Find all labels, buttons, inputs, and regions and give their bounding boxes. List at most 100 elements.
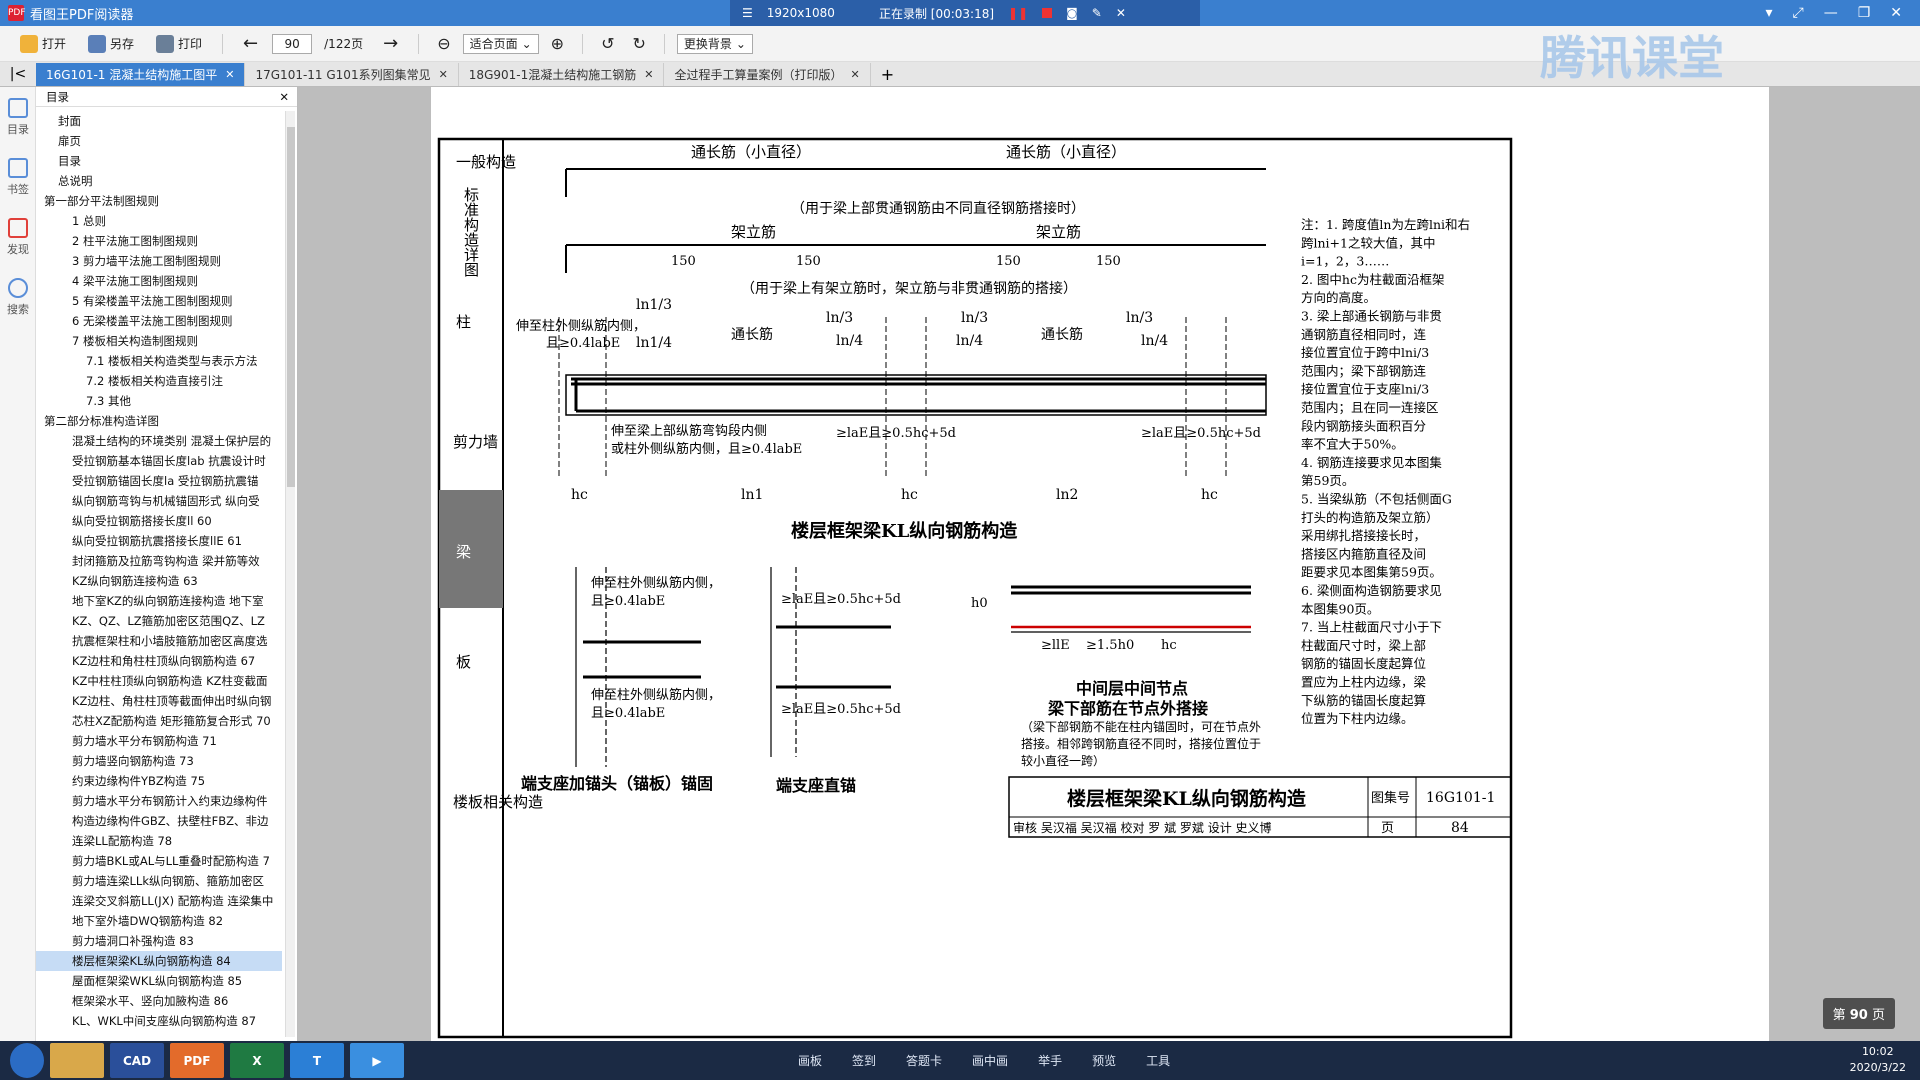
open-button[interactable]: 打开 [12,32,74,56]
toc-item[interactable]: 5 有梁楼盖平法施工图制图规则 [36,291,282,311]
toc-item[interactable]: 4 梁平法施工图制图规则 [36,271,282,291]
toc-item[interactable]: 封面 [36,111,282,131]
close-icon[interactable]: ✕ [279,90,289,104]
toc-item[interactable]: 2 柱平法施工图制图规则 [36,231,282,251]
toc-item[interactable]: 目录 [36,151,282,171]
toc-item[interactable]: 6 无梁楼盖平法施工图制图规则 [36,311,282,331]
toc-item[interactable]: KL、WKL中间支座纵向钢筋构造 87 [36,1011,282,1031]
rail-search[interactable]: 搜索 [0,267,36,327]
dock-item[interactable]: 工具 [1146,1052,1170,1069]
toc-item[interactable]: 抗震框架柱和小墙肢箍筋加密区高度选 [36,631,282,651]
toc-item[interactable]: 受拉钢筋锚固长度la 受拉钢筋抗震锚 [36,471,282,491]
minimize-icon[interactable]: — [1824,5,1838,21]
toc-item[interactable]: KZ纵向钢筋连接构造 63 [36,571,282,591]
dock-item[interactable]: 答题卡 [906,1052,942,1069]
start-icon[interactable] [10,1043,44,1078]
toc-item[interactable]: 剪力墙水平分布钢筋构造 71 [36,731,282,751]
close-icon[interactable]: ✕ [1116,6,1126,20]
pause-icon[interactable]: ❚❚ [1008,6,1028,20]
toc-item[interactable]: 楼层框架梁KL纵向钢筋构造 84 [36,951,282,971]
tencent-class-icon[interactable]: ▶ [350,1043,404,1078]
zoom-out-icon[interactable]: ⊖ [431,34,456,53]
tab-doc-4[interactable]: 全过程手工算量案例（打印版） ✕ [664,63,871,86]
toc-item[interactable]: 剪力墙竖向钢筋构造 73 [36,751,282,771]
camera-icon[interactable]: ◙ [1066,6,1078,20]
close-icon[interactable]: ✕ [439,68,448,81]
rail-bookmark[interactable]: 书签 [0,147,36,207]
dropdown-icon[interactable]: ▾ [1765,5,1772,21]
toc-item[interactable]: 7.1 楼板相关构造类型与表示方法 [36,351,282,371]
prev-page-icon[interactable]: ← [235,33,266,54]
page-number-input[interactable]: 90 [272,33,313,54]
toc-item[interactable]: 纵向受拉钢筋搭接长度ll 60 [36,511,282,531]
scroll-thumb[interactable] [287,127,295,487]
toc-item[interactable]: 剪力墙BKL或AL与LL重叠时配筋构造 7 [36,851,282,871]
toc-item[interactable]: 连梁LL配筋构造 78 [36,831,282,851]
toc-item[interactable]: 地下室外墙DWQ钢筋构造 82 [36,911,282,931]
toc-item[interactable]: 剪力墙水平分布钢筋计入约束边缘构件 [36,791,282,811]
close-icon[interactable]: ✕ [850,68,859,81]
fullscreen-icon[interactable]: ⤢ [1793,5,1804,21]
rotate-right-icon[interactable]: ↻ [626,34,651,53]
dock-item[interactable]: 画板 [798,1052,822,1069]
toc-item[interactable]: 剪力墙洞口补强构造 83 [36,931,282,951]
toc-item[interactable]: KZ边柱和角柱柱顶纵向钢筋构造 67 [36,651,282,671]
next-page-icon[interactable]: → [375,33,406,54]
toc-item[interactable]: 剪力墙连梁LLk纵向钢筋、箍筋加密区 [36,871,282,891]
toc-item[interactable]: 框架梁水平、竖向加腋构造 86 [36,991,282,1011]
toc-item[interactable]: KZ、QZ、LZ箍筋加密区范围QZ、LZ [36,611,282,631]
document-viewer[interactable]: 一般构造 柱 剪力墙 梁 板 楼板相关构造 标准构造详图 通长筋（小直径） 通长… [298,87,1920,1041]
toc-item[interactable]: KZ中柱柱顶纵向钢筋构造 KZ柱变截面 [36,671,282,691]
stop-icon[interactable] [1042,8,1053,18]
toc-item[interactable]: 地下室KZ的纵向钢筋连接构造 地下室 [36,591,282,611]
rotate-left-icon[interactable]: ↺ [595,34,620,53]
close-icon[interactable]: ✕ [225,68,234,81]
toc-item[interactable]: 第二部分标准构造详图 [36,411,282,431]
collapse-sidebar-icon[interactable]: |< [0,63,36,86]
excel-icon[interactable]: X [230,1043,284,1078]
zoom-in-icon[interactable]: ⊕ [545,34,570,53]
toc-item[interactable]: 7 楼板相关构造制图规则 [36,331,282,351]
toc-item[interactable]: 连梁交叉斜筋LL(JX) 配筋构造 连梁集中 [36,891,282,911]
pdf-icon[interactable]: PDF [170,1043,224,1078]
tab-doc-3[interactable]: 18G901-1混凝土结构施工钢筋 ✕ [459,63,665,86]
tab-doc-1[interactable]: 16G101-1 混凝土结构施工图平 ✕ [36,63,246,86]
print-button[interactable]: 打印 [148,32,210,56]
close-icon[interactable]: ✕ [644,68,653,81]
pen-icon[interactable]: ✎ [1092,6,1102,20]
toc-item[interactable]: 构造边缘构件GBZ、扶壁柱FBZ、非边 [36,811,282,831]
background-select[interactable]: 更换背景 ⌄ [676,33,753,54]
toc-item[interactable]: KZ边柱、角柱柱顶等截面伸出时纵向钢 [36,691,282,711]
toc-item[interactable]: 7.3 其他 [36,391,282,411]
text-icon[interactable]: T [290,1043,344,1078]
window-close-icon[interactable]: ✕ [1890,5,1902,21]
toc-item[interactable]: 封闭箍筋及拉筋弯钩构造 梁并筋等效 [36,551,282,571]
toc-scrollbar[interactable] [285,111,295,1037]
menu-icon[interactable]: ☰ [742,6,753,20]
toc-item[interactable]: 屋面框架梁WKL纵向钢筋构造 85 [36,971,282,991]
toc-item[interactable]: 扉页 [36,131,282,151]
toc-item[interactable]: 混凝土结构的环境类别 混凝土保护层的 [36,431,282,451]
toc-item[interactable]: 7.2 楼板相关构造直接引注 [36,371,282,391]
dock-item[interactable]: 签到 [852,1052,876,1069]
toc-item[interactable]: 芯柱XZ配筋构造 矩形箍筋复合形式 70 [36,711,282,731]
toc-item[interactable]: 纵向受拉钢筋抗震搭接长度llE 61 [36,531,282,551]
toc-item[interactable]: 纵向钢筋弯钩与机械锚固形式 纵向受 [36,491,282,511]
add-tab-icon[interactable]: + [871,63,904,86]
toc-item[interactable]: 受拉钢筋基本锚固长度lab 抗震设计时 [36,451,282,471]
cad-icon[interactable]: CAD [110,1043,164,1078]
explorer-icon[interactable] [50,1043,104,1078]
restore-icon[interactable]: ❐ [1858,5,1871,21]
dock-item[interactable]: 预览 [1092,1052,1116,1069]
toc-item[interactable]: 1 总则 [36,211,282,231]
save-as-button[interactable]: 另存 [80,32,142,56]
dock-item[interactable]: 举手 [1038,1052,1062,1069]
toc-item[interactable]: 约束边缘构件YBZ构造 75 [36,771,282,791]
toc-item[interactable]: 第一部分平法制图规则 [36,191,282,211]
dock-item[interactable]: 画中画 [972,1052,1008,1069]
rail-discover[interactable]: 发现 [0,207,36,267]
toc-item[interactable]: 3 剪力墙平法施工图制图规则 [36,251,282,271]
fit-select[interactable]: 适合页面 ⌄ [462,33,539,54]
tab-doc-2[interactable]: 17G101-11 G101系列图集常见 ✕ [245,63,459,86]
rail-toc[interactable]: 目录 [0,87,36,147]
